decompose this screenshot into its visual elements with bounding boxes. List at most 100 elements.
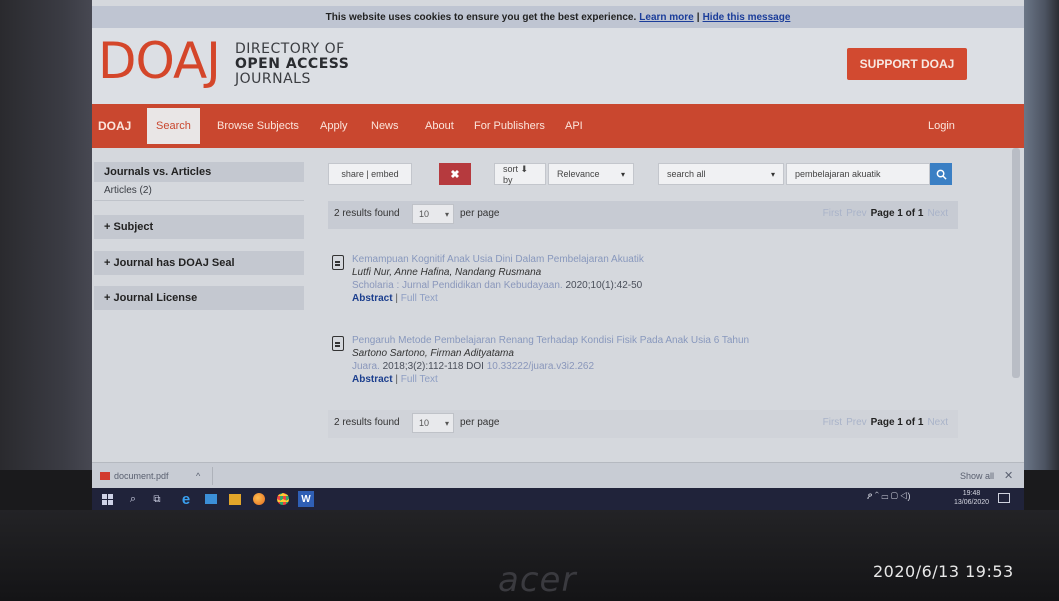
word-icon[interactable]: W: [298, 491, 314, 507]
sort-direction-button[interactable]: sort ⬇ by: [494, 163, 546, 185]
hide-message-link[interactable]: Hide this message: [703, 12, 791, 23]
next-page-link[interactable]: Next: [927, 208, 948, 219]
photo-timestamp: 2020/6/13 19:53: [873, 562, 1014, 581]
result-journal[interactable]: Juara.: [352, 361, 380, 372]
divider: [212, 467, 213, 485]
logo-line-2: OPEN ACCESS: [235, 56, 350, 72]
result-title[interactable]: Pengaruh Metode Pembelajaran Renang Terh…: [352, 334, 932, 347]
per-page-value: 10: [419, 418, 430, 428]
close-download-bar-button[interactable]: ✕: [1004, 469, 1013, 482]
firefox-icon[interactable]: [252, 492, 266, 506]
full-text-link[interactable]: Full Text: [401, 293, 438, 304]
search-field-select[interactable]: search all ▾: [658, 163, 784, 185]
result-citation: 2018;3(2):112-118 DOI: [382, 361, 484, 372]
link-separator: |: [395, 293, 398, 304]
pagination: First Prev Page 1 of 1 Next: [823, 208, 948, 219]
result-title[interactable]: Kemampuan Kognitif Anak Usia Dini Dalam …: [352, 253, 932, 266]
chevron-down-icon: ▾: [444, 209, 449, 219]
search-field-value: search all: [667, 169, 706, 179]
cookie-message: This website uses cookies to ensure you …: [325, 11, 637, 23]
facet-journals-vs-articles[interactable]: Journals vs. Articles: [94, 162, 304, 182]
page-info: Page 1 of 1: [870, 417, 924, 428]
windows-taskbar: ⌕ ⧉ e W ዖ ⌃ ▭ ▢ ◁) 19:48 13/06/2020: [92, 488, 1024, 510]
notification-icon[interactable]: [998, 493, 1010, 503]
nav-for-publishers[interactable]: For Publishers: [474, 104, 545, 148]
search-icon[interactable]: ⌕: [126, 492, 140, 506]
support-doaj-button[interactable]: SUPPORT DOAJ: [847, 48, 967, 80]
facet-subject[interactable]: + Subject: [94, 215, 304, 239]
prev-page-link[interactable]: Prev: [846, 417, 867, 428]
chevron-down-icon: ▾: [620, 169, 625, 179]
clock-time: 19:48: [962, 490, 981, 497]
chevron-down-icon: ▾: [770, 169, 775, 179]
result-authors: Sartono Sartono, Firman Adityatama: [352, 348, 514, 359]
store-icon[interactable]: [228, 492, 242, 506]
abstract-link[interactable]: Abstract: [352, 374, 393, 385]
sort-select[interactable]: Relevance ▾: [548, 163, 634, 185]
nav-login[interactable]: Login: [928, 104, 955, 148]
per-page-value: 10: [419, 209, 430, 219]
show-all-downloads-button[interactable]: Show all: [960, 471, 994, 481]
full-text-link[interactable]: Full Text: [401, 374, 438, 385]
abstract-link[interactable]: Abstract: [352, 293, 393, 304]
edge-icon[interactable]: e: [178, 491, 194, 508]
nav-search[interactable]: Search: [147, 108, 200, 144]
nav-api[interactable]: API: [565, 104, 583, 148]
windows-start-icon[interactable]: [100, 492, 114, 506]
page-info: Page 1 of 1: [870, 208, 924, 219]
learn-more-link[interactable]: Learn more: [639, 12, 693, 23]
facet-journal-license[interactable]: + Journal License: [94, 286, 304, 310]
result-item: Pengaruh Metode Pembelajaran Renang Terh…: [332, 334, 932, 394]
system-tray-icons[interactable]: ዖ ⌃ ▭ ▢ ◁): [867, 491, 910, 502]
close-icon: ✖: [450, 168, 460, 181]
logo-line-3: JOURNALS: [235, 71, 311, 87]
page-scrollbar[interactable]: [1012, 148, 1020, 378]
per-page-select[interactable]: 10 ▾: [412, 413, 454, 433]
nav-news[interactable]: News: [371, 104, 399, 148]
result-links: Abstract | Full Text: [352, 373, 932, 386]
nav-home[interactable]: DOAJ: [98, 104, 131, 148]
search-query: pembelajaran akuatik: [795, 169, 881, 179]
divider: [94, 200, 304, 201]
document-icon: [332, 255, 344, 270]
taskbar-clock[interactable]: 19:48 13/06/2020: [954, 489, 989, 507]
clear-search-button[interactable]: ✖: [439, 163, 471, 185]
screen: This website uses cookies to ensure you …: [92, 0, 1024, 510]
facet-doaj-seal[interactable]: + Journal has DOAJ Seal: [94, 251, 304, 275]
task-view-icon[interactable]: ⧉: [150, 492, 164, 506]
result-doi-link[interactable]: 10.33222/juara.v3i2.262: [487, 361, 594, 372]
first-page-link[interactable]: First: [823, 208, 842, 219]
result-citation: 2020;10(1):42-50: [565, 280, 643, 291]
download-item[interactable]: document.pdf: [114, 471, 169, 481]
results-bar-top: 2 results found 10 ▾ per page First Prev…: [328, 201, 958, 229]
first-page-link[interactable]: First: [823, 417, 842, 428]
results-bar-bottom: 2 results found 10 ▾ per page First Prev…: [328, 410, 958, 438]
prev-page-link[interactable]: Prev: [846, 208, 867, 219]
result-links: Abstract | Full Text: [352, 292, 932, 305]
laptop-bezel-left: [0, 0, 92, 470]
pagination: First Prev Page 1 of 1 Next: [823, 417, 948, 428]
file-explorer-icon[interactable]: [204, 492, 218, 506]
nav-browse-subjects[interactable]: Browse Subjects: [217, 104, 299, 148]
per-page-select[interactable]: 10 ▾: [412, 204, 454, 224]
pdf-icon: [100, 472, 110, 480]
chevron-up-icon[interactable]: ^: [196, 471, 200, 481]
link-separator: |: [395, 374, 398, 385]
facet-articles-count[interactable]: Articles (2): [104, 185, 152, 196]
results-count: 2 results found: [334, 417, 400, 428]
main-nav: DOAJ Search Browse Subjects Apply News A…: [92, 104, 1024, 148]
results-count: 2 results found: [334, 208, 400, 219]
share-embed-button[interactable]: share | embed: [328, 163, 412, 185]
result-journal[interactable]: Scholaria : Jurnal Pendidikan dan Kebuda…: [352, 280, 563, 291]
cookie-divider: |: [696, 11, 700, 23]
per-page-label: per page: [460, 208, 500, 219]
nav-about[interactable]: About: [425, 104, 454, 148]
chrome-icon[interactable]: [276, 492, 290, 506]
nav-apply[interactable]: Apply: [320, 104, 348, 148]
result-authors: Lutfi Nur, Anne Hafina, Nandang Rusmana: [352, 267, 542, 278]
doaj-logo[interactable]: DOAJ: [98, 36, 221, 86]
search-input[interactable]: pembelajaran akuatik: [786, 163, 930, 185]
search-button[interactable]: [930, 163, 952, 185]
next-page-link[interactable]: Next: [927, 417, 948, 428]
result-meta: Juara. 2018;3(2):112-118 DOI 10.33222/ju…: [352, 360, 932, 373]
